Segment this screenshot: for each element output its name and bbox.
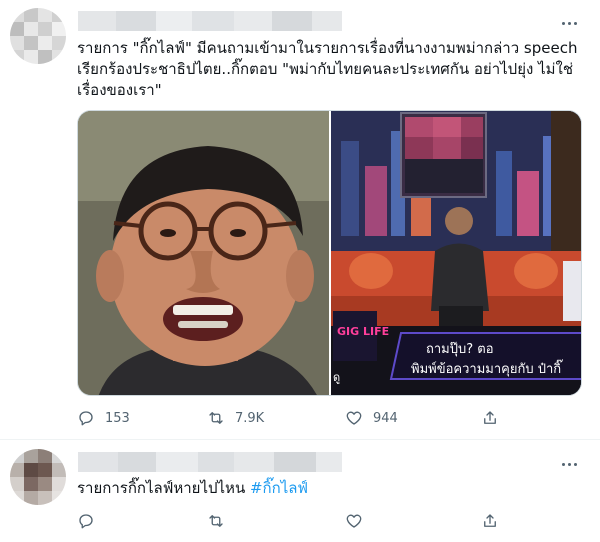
more-options-icon[interactable] (558, 455, 580, 473)
heart-icon (346, 514, 362, 528)
author-name-redacted[interactable] (78, 11, 342, 31)
tweet-media[interactable]: GIG LIFE ถามปุ๊บ? ตอ พิมพ์ข้อความมาคุยกั… (77, 110, 582, 396)
tv-caption-line2: พิมพ์ข้อความมาคุยกับ ป๋ากิ๊ (411, 359, 563, 377)
portrait-photo (78, 111, 329, 395)
tweet-text: รายการ "กิ๊กไลฟ์" มีคนถามเข้ามาในรายการเ… (77, 39, 578, 99)
like-count: 944 (373, 410, 398, 426)
tweet[interactable]: รายการกิ๊กไลฟ์หายไปไหน #กิ๊กไลฟ์ (0, 441, 600, 542)
tv-show-screenshot: GIG LIFE ถามปุ๊บ? ตอ พิมพ์ข้อความมาคุยกั… (330, 111, 581, 395)
retweet-button[interactable]: 7.9K (207, 407, 264, 429)
retweet-count: 7.9K (235, 410, 265, 426)
share-button[interactable] (481, 407, 499, 429)
heart-icon (346, 411, 362, 425)
tv-caption-line1: ถามปุ๊บ? ตอ (426, 342, 494, 357)
like-button[interactable] (345, 510, 363, 532)
tv-small-label: ดู (333, 371, 340, 384)
like-button[interactable]: 944 (345, 407, 398, 429)
more-options-icon[interactable] (558, 14, 580, 32)
media-photo-left[interactable] (78, 111, 329, 395)
share-icon (484, 411, 496, 424)
author-name-redacted[interactable] (78, 452, 342, 472)
tweet-actions: 153 7.9K 944 (77, 407, 507, 429)
tweet[interactable]: รายการ "กิ๊กไลฟ์" มีคนถามเข้ามาในรายการเ… (0, 0, 600, 440)
avatar[interactable] (10, 8, 66, 64)
reply-button[interactable]: 153 (77, 407, 130, 429)
retweet-button[interactable] (207, 510, 225, 532)
retweet-icon (209, 412, 223, 424)
retweet-icon (209, 515, 223, 527)
reply-icon (79, 514, 93, 529)
tweet-text-body: รายการกิ๊กไลฟ์หายไปไหน (77, 479, 250, 497)
reply-count: 153 (105, 410, 130, 426)
avatar[interactable] (10, 449, 66, 505)
media-photo-right[interactable]: GIG LIFE ถามปุ๊บ? ตอ พิมพ์ข้อความมาคุยกั… (330, 111, 581, 395)
share-icon (484, 514, 496, 527)
tweet-actions (77, 510, 507, 532)
reply-button[interactable] (77, 510, 95, 532)
reply-icon (79, 411, 93, 426)
tv-logo: GIG LIFE (337, 325, 389, 338)
hashtag-link[interactable]: #กิ๊กไลฟ์ (250, 479, 308, 497)
tweet-text: รายการกิ๊กไลฟ์หายไปไหน #กิ๊กไลฟ์ (77, 478, 589, 499)
share-button[interactable] (481, 510, 499, 532)
